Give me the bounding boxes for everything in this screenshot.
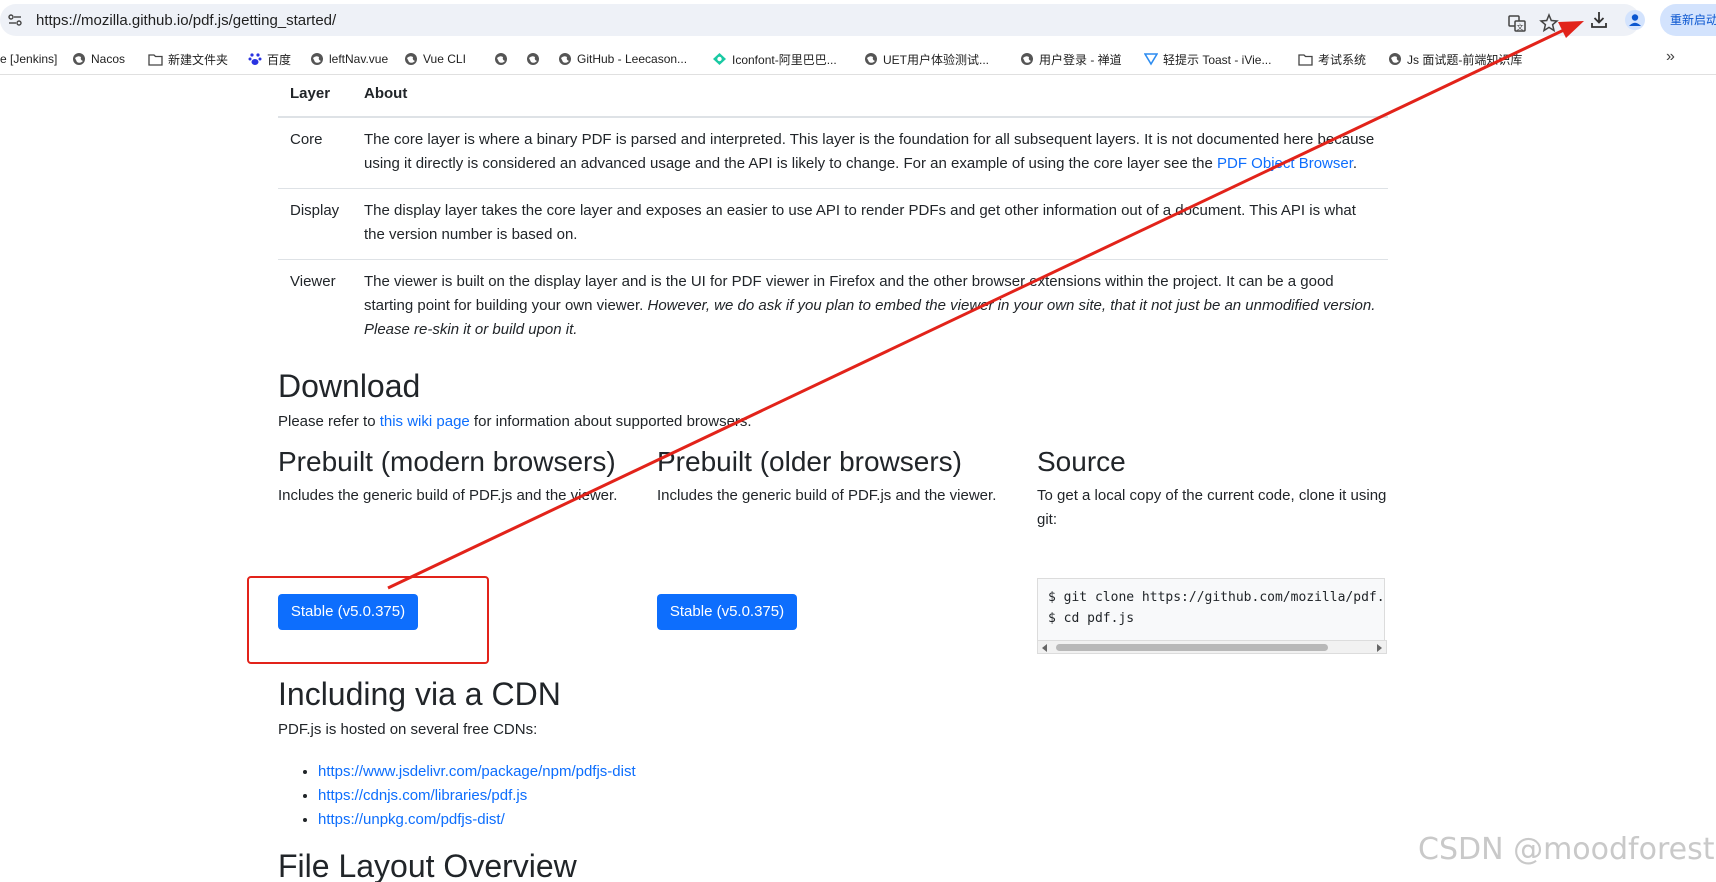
cdnjs-link[interactable]: https://cdnjs.com/libraries/pdf.js	[318, 787, 527, 804]
bookmark-label: leftNav.vue	[329, 52, 389, 66]
translate-icon[interactable]: 文	[1506, 12, 1528, 34]
layers-table: Layer About Core The core layer is where…	[278, 76, 1388, 354]
bookmark-label: Vue CLI	[423, 52, 466, 66]
table-row: Display The display layer takes the core…	[278, 188, 1388, 260]
relaunch-button[interactable]: 重新启动	[1660, 4, 1716, 36]
cdn-links-list: https://www.jsdelivr.com/package/npm/pdf…	[288, 760, 636, 832]
download-heading: Download	[278, 368, 421, 404]
layer-description: The core layer is where a binary PDF is …	[352, 117, 1388, 189]
list-item: https://cdnjs.com/libraries/pdf.js	[318, 784, 636, 808]
bookmark-item[interactable]: e [Jenkins]	[0, 49, 57, 69]
bookmark-item[interactable]: 新建文件夹	[148, 49, 228, 69]
globe-icon	[494, 52, 508, 66]
globe-icon	[404, 52, 418, 66]
bookmark-label: 轻提示 Toast - iVie...	[1163, 52, 1272, 67]
layer-description: The viewer is built on the display layer…	[364, 273, 1376, 338]
list-item: https://unpkg.com/pdfjs-dist/	[318, 808, 636, 832]
prebuilt-modern-description: Includes the generic build of PDF.js and…	[278, 487, 618, 504]
bookmark-item[interactable]: Vue CLI	[404, 49, 466, 69]
table-row: Viewer The viewer is built on the displa…	[278, 260, 1388, 355]
bookmark-label: e [Jenkins]	[0, 52, 58, 66]
profile-avatar-icon[interactable]	[1624, 9, 1646, 31]
bookmark-item[interactable]: UET用户体验测试...	[864, 49, 989, 69]
bookmark-item[interactable]: 考试系统	[1298, 49, 1366, 69]
globe-icon	[864, 52, 878, 66]
globe-icon	[558, 52, 572, 66]
scrollbar-thumb[interactable]	[1056, 644, 1328, 651]
site-settings-icon[interactable]	[8, 14, 22, 26]
iconfont-icon	[712, 52, 727, 66]
table-row: Core The core layer is where a binary PD…	[278, 117, 1388, 189]
bookmark-item[interactable]: leftNav.vue	[310, 49, 388, 69]
bookmark-label: 新建文件夹	[168, 52, 229, 67]
page-content: Layer About Core The core layer is where…	[0, 76, 1716, 882]
folder-icon	[1298, 53, 1313, 66]
unpkg-link[interactable]: https://unpkg.com/pdfjs-dist/	[318, 811, 505, 828]
bookmark-item[interactable]	[526, 49, 540, 69]
git-clone-code-block[interactable]: $ git clone https://github.com/mozilla/p…	[1037, 578, 1385, 648]
list-item: https://www.jsdelivr.com/package/npm/pdf…	[318, 760, 636, 784]
bookmark-item[interactable]: Nacos	[72, 49, 125, 69]
jsdelivr-link[interactable]: https://www.jsdelivr.com/package/npm/pdf…	[318, 763, 636, 780]
bookmark-label: 考试系统	[1318, 52, 1367, 67]
browser-toolbar: https://mozilla.github.io/pdf.js/getting…	[0, 0, 1716, 40]
scroll-left-arrow-icon[interactable]	[1042, 644, 1047, 652]
scroll-right-arrow-icon[interactable]	[1377, 644, 1382, 652]
prebuilt-modern-heading: Prebuilt (modern browsers)	[278, 446, 616, 477]
download-icon[interactable]	[1588, 9, 1610, 31]
prebuilt-older-description: Includes the generic build of PDF.js and…	[657, 487, 997, 504]
svg-text:文: 文	[1517, 23, 1524, 32]
bookmark-label: Js 面试题-前端知识库	[1407, 52, 1523, 67]
layer-name: Display	[278, 188, 352, 260]
bookmark-label: GitHub - Leecason...	[577, 52, 688, 66]
source-heading: Source	[1037, 446, 1126, 477]
bookmark-item[interactable]: Iconfont-阿里巴巴...	[712, 49, 837, 69]
baidu-icon	[248, 52, 262, 66]
table-header-layer: Layer	[278, 76, 352, 118]
bookmark-label: UET用户体验测试...	[883, 52, 990, 67]
stable-older-download-button[interactable]: Stable (v5.0.375)	[657, 594, 797, 630]
bookmark-item[interactable]: Js 面试题-前端知识库	[1388, 49, 1522, 69]
pdf-object-browser-link[interactable]: PDF Object Browser	[1217, 155, 1353, 172]
globe-icon	[1388, 52, 1402, 66]
folder-icon	[148, 53, 163, 66]
bookmark-item[interactable]: 轻提示 Toast - iVie...	[1144, 49, 1271, 69]
file-layout-heading: File Layout Overview	[278, 848, 577, 882]
bookmark-star-icon[interactable]	[1538, 12, 1560, 34]
bookmarks-overflow-chevron-icon[interactable]: »	[1666, 48, 1675, 66]
table-header-about: About	[352, 76, 1388, 118]
layer-name: Viewer	[290, 273, 336, 290]
globe-icon	[526, 52, 540, 66]
view-icon	[1144, 52, 1158, 66]
cdn-heading: Including via a CDN	[278, 676, 561, 712]
watermark: CSDN @moodforest	[1418, 832, 1715, 867]
bookmarks-bar: e [Jenkins] Nacos 新建文件夹 百度 leftNav.vue Vue CL…	[0, 44, 1716, 75]
bookmark-label: 用户登录 - 禅道	[1039, 52, 1122, 67]
cdn-intro: PDF.js is hosted on several free CDNs:	[278, 721, 538, 738]
url-text[interactable]: https://mozilla.github.io/pdf.js/getting…	[36, 12, 336, 29]
layer-description: The display layer takes the core layer a…	[352, 188, 1388, 260]
layer-name: Core	[278, 117, 352, 189]
bookmark-label: Iconfont-阿里巴巴...	[732, 52, 837, 67]
download-intro: Please refer to this wiki page for infor…	[278, 413, 752, 430]
wiki-page-link[interactable]: this wiki page	[380, 413, 470, 430]
bookmark-item[interactable]: 百度	[248, 49, 291, 69]
bookmark-item[interactable]: GitHub - Leecason...	[558, 49, 687, 69]
code-horizontal-scrollbar[interactable]	[1037, 640, 1387, 654]
bookmark-item[interactable]: 用户登录 - 禅道	[1020, 49, 1122, 69]
bookmark-label: Nacos	[91, 52, 126, 66]
prebuilt-older-heading: Prebuilt (older browsers)	[657, 446, 962, 477]
globe-icon	[72, 52, 86, 66]
address-bar[interactable]: https://mozilla.github.io/pdf.js/getting…	[0, 4, 1640, 36]
source-description: To get a local copy of the current code,…	[1037, 487, 1387, 528]
annotation-highlight-box	[247, 576, 489, 664]
bookmark-label: 百度	[267, 52, 292, 67]
globe-icon	[310, 52, 324, 66]
bookmark-item[interactable]	[494, 49, 508, 69]
globe-icon	[1020, 52, 1034, 66]
